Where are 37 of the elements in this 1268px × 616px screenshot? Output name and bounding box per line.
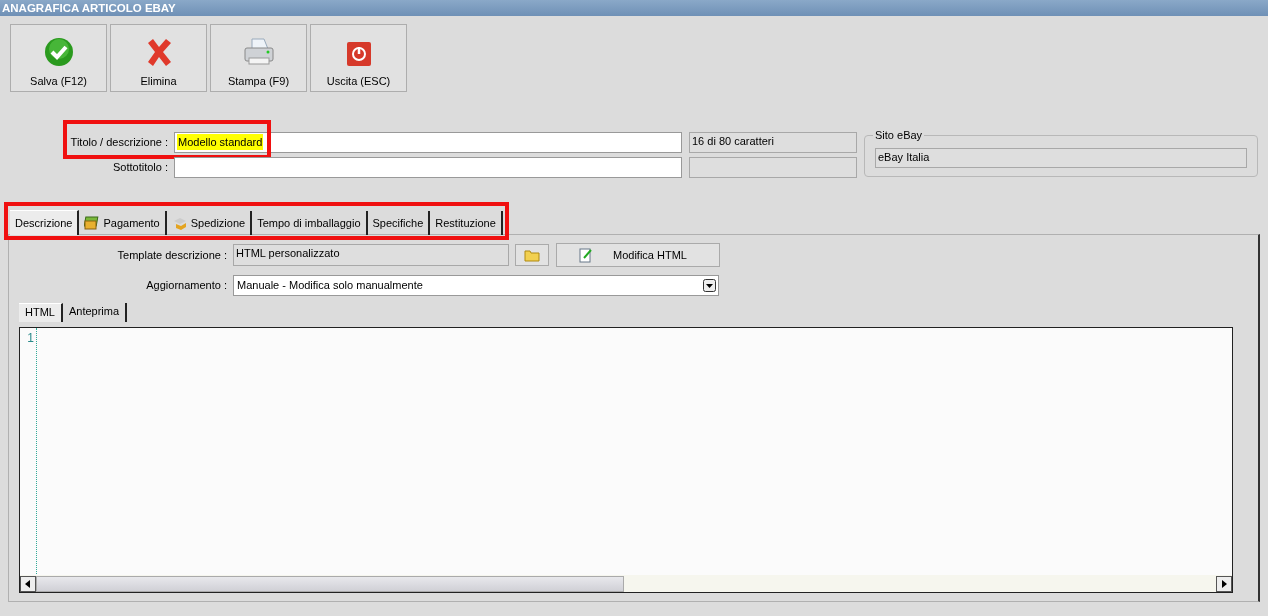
tab[interactable]: Anteprima bbox=[62, 303, 128, 322]
power-icon bbox=[345, 41, 372, 67]
banknote-icon bbox=[84, 216, 101, 230]
code-editor[interactable]: 1 bbox=[19, 327, 1233, 593]
window-title: ANAGRAFICA ARTICOLO EBAY bbox=[0, 0, 1268, 16]
edit-html-button[interactable]: Modifica HTML bbox=[556, 243, 720, 267]
group-legend: Sito eBay bbox=[873, 129, 925, 141]
printer-icon bbox=[241, 37, 276, 67]
field-label: Aggiornamento : bbox=[145, 279, 227, 291]
character-counter: 16 di 80 caratteri bbox=[689, 131, 857, 153]
toolbar-button[interactable]: Stampa (F9) bbox=[210, 24, 307, 92]
folder-icon bbox=[524, 248, 540, 262]
template-field: HTML personalizzato bbox=[233, 244, 509, 266]
subtitle-input[interactable] bbox=[174, 156, 682, 178]
field-label: Sottotitolo : bbox=[111, 161, 168, 173]
edit-document-icon bbox=[579, 247, 593, 263]
tab[interactable]: Descrizione bbox=[10, 210, 80, 235]
toolbar-button[interactable]: Uscita (ESC) bbox=[310, 24, 407, 92]
update-dropdown[interactable]: Manuale - Modifica solo manualmente bbox=[233, 274, 719, 296]
field-label: Template descrizione : bbox=[116, 249, 227, 261]
toolbar-button[interactable]: Elimina bbox=[110, 24, 207, 92]
tab[interactable]: Tempo di imballaggio bbox=[252, 211, 368, 235]
checkmark-icon bbox=[43, 37, 74, 67]
folder-button[interactable] bbox=[515, 244, 549, 266]
tab[interactable]: HTML bbox=[19, 303, 63, 322]
horizontal-scrollbar[interactable] bbox=[20, 575, 1232, 592]
site-field: eBay Italia bbox=[875, 148, 1247, 168]
scroll-right-icon[interactable] bbox=[1216, 575, 1232, 592]
title-input[interactable]: Modello standard bbox=[174, 131, 682, 153]
tab[interactable]: Spedizione bbox=[166, 211, 253, 235]
toolbar-button[interactable]: Salva (F12) bbox=[10, 24, 107, 92]
tab[interactable]: Specifiche bbox=[367, 211, 431, 235]
field-label: Titolo / descrizione : bbox=[69, 136, 168, 148]
tab[interactable]: Restituzione bbox=[430, 211, 503, 235]
line-number: 1 bbox=[27, 331, 34, 345]
tab[interactable]: Pagamento bbox=[79, 211, 167, 235]
scroll-left-icon[interactable] bbox=[20, 575, 36, 592]
